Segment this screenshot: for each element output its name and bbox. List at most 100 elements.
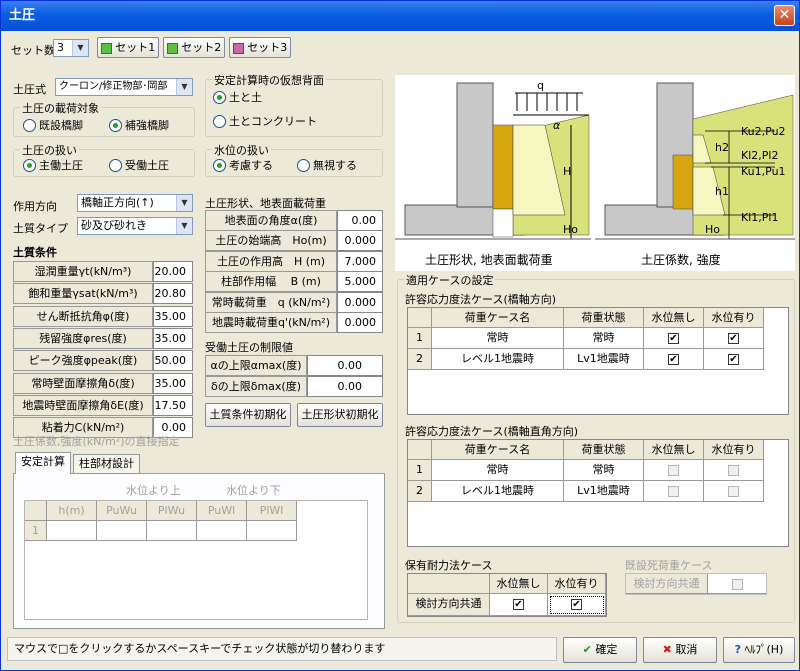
shape-param-label: 地震時載荷重q'(kN/m²)	[205, 312, 337, 333]
tab-column-design[interactable]: 柱部材設計	[73, 454, 140, 474]
checkbox-checked-icon[interactable]: ✔	[668, 332, 679, 344]
ok-button[interactable]: ✔ 確定	[563, 637, 637, 663]
grid-cell[interactable]	[197, 521, 247, 541]
case-header: 荷重ケース名	[432, 440, 564, 460]
set3-button[interactable]: セット3	[229, 37, 291, 58]
case-no-water-cell[interactable]: ✔	[644, 328, 704, 349]
existing-dead-title: 既設死荷重ケース	[625, 559, 713, 572]
soil-init-button[interactable]: 土質条件初期化	[205, 403, 291, 427]
checkbox-disabled-icon	[668, 464, 679, 476]
radio-water-consider[interactable]: 考慮する	[213, 159, 273, 172]
status-bar: マウスで□をクリックするかスペースキーでチェック状態が切り替わります	[7, 637, 557, 661]
grid-cell[interactable]	[247, 521, 297, 541]
case-state: Lv1地震時	[564, 349, 644, 370]
case-no-water-cell[interactable]	[644, 481, 704, 502]
checkbox-checked-icon[interactable]: ✔	[513, 598, 524, 610]
soil-param-value[interactable]: 50.00	[153, 350, 193, 372]
ultimate-water-cell[interactable]: ✔	[548, 594, 606, 616]
case-header: 荷重状態	[564, 440, 644, 460]
right-figure-caption: 土圧係数, 強度	[641, 253, 721, 267]
soil-param-value[interactable]: 35.00	[153, 327, 193, 349]
shape-param-value[interactable]: 0.000	[337, 312, 383, 333]
radio-existing-pier[interactable]: 既設橋脚	[23, 119, 83, 132]
tab-stability[interactable]: 安定計算	[15, 452, 71, 474]
set1-button[interactable]: セット1	[97, 37, 159, 58]
limit-param-value[interactable]: 0.00	[307, 376, 383, 397]
soil-conditions-title: 土質条件	[13, 246, 57, 259]
checkbox-checked-icon[interactable]: ✔	[728, 353, 739, 365]
cross-icon: ✖	[662, 643, 672, 656]
allowable-axis-title: 許容応力度法ケース(橋軸方向)	[405, 293, 557, 306]
soil-param-value[interactable]: 20.80	[153, 283, 193, 305]
set-count-select[interactable]: 3 ▼	[53, 39, 89, 57]
checkbox-checked-icon[interactable]: ✔	[668, 353, 679, 365]
ultimate-header-water: 水位有り	[548, 574, 606, 594]
allowable-perp-title: 許容応力度法ケース(橋軸直角方向)	[405, 425, 579, 438]
shape-param-value[interactable]: 0.000	[337, 230, 383, 252]
ultimate-row-label: 検討方向共通	[408, 594, 490, 616]
formula-label: 土圧式	[13, 83, 46, 96]
radio-soil-concrete[interactable]: 土とコンクリート	[213, 115, 317, 128]
soil-param-value[interactable]: 35.00	[153, 372, 193, 394]
radio-passive-pressure[interactable]: 受働土圧	[109, 159, 169, 172]
direction-select[interactable]: 橋軸正方向(↑) ▼	[77, 194, 193, 212]
existing-dead-grid: 検討方向共通	[625, 573, 767, 595]
checkbox-checked-icon[interactable]: ✔	[728, 332, 739, 344]
case-water-cell[interactable]: ✔	[704, 349, 764, 370]
case-water-cell[interactable]: ✔	[704, 328, 764, 349]
label-Ku1Pu1: Ku1,Pu1	[741, 165, 786, 178]
shape-init-button[interactable]: 土圧形状初期化	[297, 403, 383, 427]
cancel-button[interactable]: ✖ 取消	[643, 637, 717, 663]
shape-param-label: 地表面の角度α(度)	[205, 210, 337, 231]
soil-param-label: 飽和重量γsat(kN/m³)	[13, 283, 153, 305]
case-row-number: 2	[408, 481, 432, 502]
chevron-down-icon: ▼	[72, 40, 88, 56]
case-state: Lv1地震時	[564, 481, 644, 502]
window-title: 土圧	[9, 8, 36, 23]
radio-water-ignore[interactable]: 無視する	[297, 159, 357, 172]
close-button[interactable]: ✕	[774, 5, 795, 26]
label-H: H	[563, 165, 571, 178]
case-water-cell[interactable]	[704, 481, 764, 502]
shape-param-value[interactable]: 0.00	[337, 210, 383, 231]
help-button[interactable]: ? ﾍﾙﾌﾟ(H)	[723, 637, 795, 663]
shape-param-value[interactable]: 5.000	[337, 271, 383, 293]
radio-reinforced-pier[interactable]: 補強橋脚	[109, 119, 169, 132]
shape-param-value[interactable]: 0.000	[337, 291, 383, 313]
grid-cell[interactable]	[97, 521, 147, 541]
case-water-cell[interactable]	[704, 460, 764, 481]
soil-type-label: 土質タイプ	[13, 222, 68, 235]
set3-color-icon	[232, 42, 244, 54]
grid-row-number: 1	[25, 521, 47, 541]
grid-corner	[408, 440, 432, 460]
limit-param-value[interactable]: 0.00	[307, 355, 383, 376]
chevron-down-icon: ▼	[176, 79, 192, 95]
case-header: 水位無し	[644, 308, 704, 328]
soil-type-select[interactable]: 砂及び砂れき ▼	[77, 217, 193, 235]
label-Ho-right: Ho	[705, 223, 720, 236]
checkbox-disabled-icon	[728, 485, 739, 497]
soil-param-value[interactable]: 20.00	[153, 261, 193, 282]
soil-param-label: 湿潤重量γt(kN/m³)	[13, 261, 153, 282]
set2-button[interactable]: セット2	[163, 37, 225, 58]
direct-spec-title: 土圧係数,強度(kN/m²)の直接指定	[13, 435, 180, 448]
ultimate-no-water-cell[interactable]: ✔	[490, 594, 548, 616]
existing-dead-cell	[708, 574, 766, 594]
grid-cell[interactable]	[147, 521, 197, 541]
shape-param-value[interactable]: 7.000	[337, 250, 383, 272]
grid-cell[interactable]	[47, 521, 97, 541]
direction-label: 作用方向	[13, 200, 57, 213]
soil-param-value[interactable]: 35.00	[153, 305, 193, 327]
checkbox-checked-icon[interactable]: ✔	[571, 598, 582, 610]
formula-select[interactable]: クーロン/修正物部･岡部 ▼	[55, 78, 193, 96]
radio-active-pressure[interactable]: 主働土圧	[23, 159, 83, 172]
shape-param-label: 常時載荷重 q (kN/m²)	[205, 291, 337, 313]
virtual-back-group: 安定計算時の仮想背面	[205, 72, 383, 137]
case-header: 水位無し	[644, 440, 704, 460]
checkbox-disabled-icon	[668, 485, 679, 497]
case-no-water-cell[interactable]: ✔	[644, 349, 704, 370]
label-Ho: Ho	[563, 223, 578, 236]
soil-param-value[interactable]: 17.50	[153, 394, 193, 416]
case-no-water-cell[interactable]	[644, 460, 704, 481]
radio-soil-soil[interactable]: 土と土	[213, 91, 262, 104]
